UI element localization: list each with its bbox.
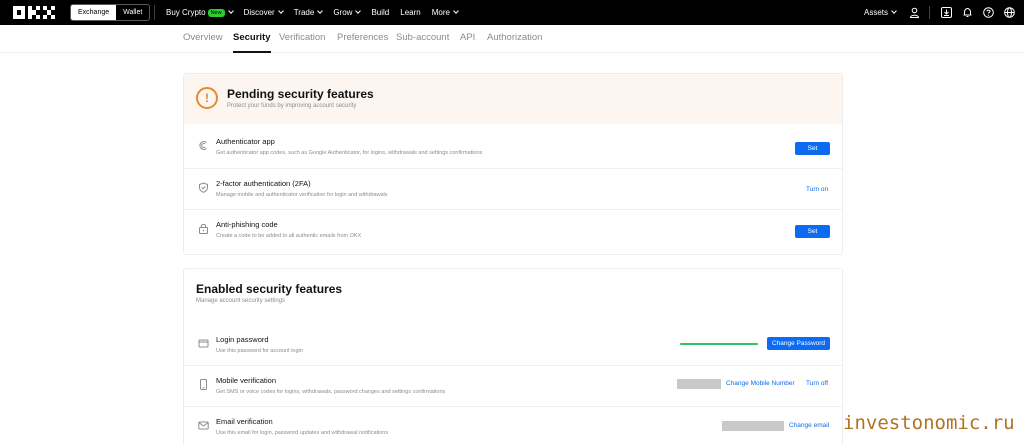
globe-icon[interactable] — [1003, 7, 1015, 19]
lock-icon — [199, 224, 208, 234]
nav-grow[interactable]: Grow — [333, 8, 362, 17]
mail-icon — [198, 421, 209, 430]
nav-more[interactable]: More — [431, 8, 459, 17]
anti-phishing-desc: Create a code to be added to all authent… — [216, 233, 362, 239]
chevron-down-icon — [355, 8, 362, 14]
bell-icon[interactable] — [961, 7, 973, 19]
pending-header: ! Pending security features Protect your… — [184, 74, 842, 124]
authenticator-set-button[interactable]: Set — [795, 142, 830, 155]
anti-phishing-set-button[interactable]: Set — [795, 225, 830, 238]
tab-preferences[interactable]: Preferences — [337, 25, 388, 53]
exchange-toggle[interactable]: Exchange — [71, 5, 117, 20]
2fa-turn-on-link[interactable]: Turn on — [806, 186, 828, 193]
change-password-button[interactable]: Change Password — [767, 337, 830, 350]
anti-phishing-title: Anti-phishing code — [216, 220, 278, 229]
email-verification-title: Email verification — [216, 417, 273, 426]
pending-subtitle: Protect your funds by improving account … — [227, 103, 357, 109]
nav-build[interactable]: Build — [371, 8, 389, 17]
wallet-toggle[interactable]: Wallet — [116, 5, 149, 20]
authenticator-desc: Get authenticator app codes, such as Goo… — [216, 150, 483, 156]
authenticator-icon — [199, 141, 207, 150]
email-verification-desc: Use this email for login, password updat… — [216, 430, 389, 436]
top-nav: Exchange Wallet Buy Crypto New Discover … — [0, 0, 1024, 25]
tab-api[interactable]: API — [460, 25, 475, 53]
assets-menu[interactable]: Assets — [863, 8, 897, 17]
masked-phone-number — [677, 379, 721, 389]
password-icon — [198, 339, 209, 348]
tab-verification[interactable]: Verification — [279, 25, 325, 53]
phone-icon — [200, 379, 207, 390]
2fa-title: 2-factor authentication (2FA) — [216, 179, 311, 188]
account-tabs: Overview Security Verification Preferenc… — [0, 25, 1024, 53]
mobile-verification-row: Mobile verification Get SMS or voice cod… — [184, 365, 842, 406]
shield-icon — [199, 182, 208, 193]
watermark: investonomic.ru — [843, 412, 1015, 434]
nav-divider — [154, 5, 155, 20]
authenticator-title: Authenticator app — [216, 137, 275, 146]
exchange-wallet-toggle: Exchange Wallet — [70, 4, 151, 21]
download-icon[interactable] — [940, 7, 952, 19]
enabled-title: Enabled security features — [196, 282, 343, 296]
assets-label: Assets — [863, 8, 888, 17]
pending-security-card: ! Pending security features Protect your… — [183, 73, 843, 255]
tab-sub-account[interactable]: Sub-account — [396, 25, 449, 53]
chevron-down-icon — [317, 8, 324, 14]
login-password-row: Login password Use this password for acc… — [184, 325, 842, 366]
mobile-verification-desc: Get SMS or voice codes for logins, withd… — [216, 389, 446, 395]
tab-authorization[interactable]: Authorization — [487, 25, 542, 53]
nav-grow-label: Grow — [333, 8, 353, 17]
nav-buy-crypto-label: Buy Crypto — [166, 8, 206, 17]
anti-phishing-row: Anti-phishing code Create a code to be a… — [184, 209, 842, 250]
login-password-title: Login password — [216, 335, 269, 344]
new-badge: New — [207, 8, 225, 17]
tab-security[interactable]: Security — [233, 25, 271, 53]
user-icon[interactable] — [908, 7, 920, 19]
nav-discover[interactable]: Discover — [243, 8, 284, 17]
nav-discover-label: Discover — [243, 8, 275, 17]
nav-right: Assets — [864, 0, 1024, 25]
nav-buy-crypto[interactable]: Buy Crypto New — [166, 8, 234, 17]
password-strength-bar — [680, 343, 758, 345]
change-mobile-link[interactable]: Change Mobile Number — [726, 380, 795, 387]
2fa-row: 2-factor authentication (2FA) Manage mob… — [184, 168, 842, 209]
nav-trade-label: Trade — [293, 8, 315, 17]
nav-more-label: More — [431, 8, 450, 17]
authenticator-row: Authenticator app Get authenticator app … — [184, 127, 842, 168]
warning-icon: ! — [196, 87, 218, 109]
nav-learn-label: Learn — [400, 8, 421, 17]
chevron-down-icon — [277, 8, 284, 14]
login-password-desc: Use this password for account login — [216, 348, 303, 354]
email-verification-row: Email verification Use this email for lo… — [184, 406, 842, 445]
masked-email — [722, 421, 784, 431]
help-icon[interactable] — [982, 7, 994, 19]
2fa-desc: Manage mobile and authenticator verifica… — [216, 192, 388, 198]
nav-trade[interactable]: Trade — [293, 8, 324, 17]
pending-title: Pending security features — [227, 87, 374, 101]
chevron-down-icon — [453, 8, 459, 14]
change-email-link[interactable]: Change email — [789, 422, 829, 429]
chevron-down-icon — [891, 8, 897, 14]
mobile-verification-title: Mobile verification — [216, 376, 277, 385]
enabled-subtitle: Manage account security settings — [196, 298, 286, 304]
okx-logo[interactable] — [13, 6, 57, 19]
mobile-turn-off-link[interactable]: Turn off — [806, 380, 828, 387]
chevron-down-icon — [227, 8, 234, 14]
nav-separator — [929, 6, 930, 19]
main-menu: Buy Crypto New Discover Trade Grow Build… — [166, 0, 469, 25]
nav-learn[interactable]: Learn — [400, 8, 420, 17]
tab-overview[interactable]: Overview — [183, 25, 223, 53]
enabled-security-card: Enabled security features Manage account… — [183, 268, 843, 445]
nav-build-label: Build — [371, 8, 390, 17]
